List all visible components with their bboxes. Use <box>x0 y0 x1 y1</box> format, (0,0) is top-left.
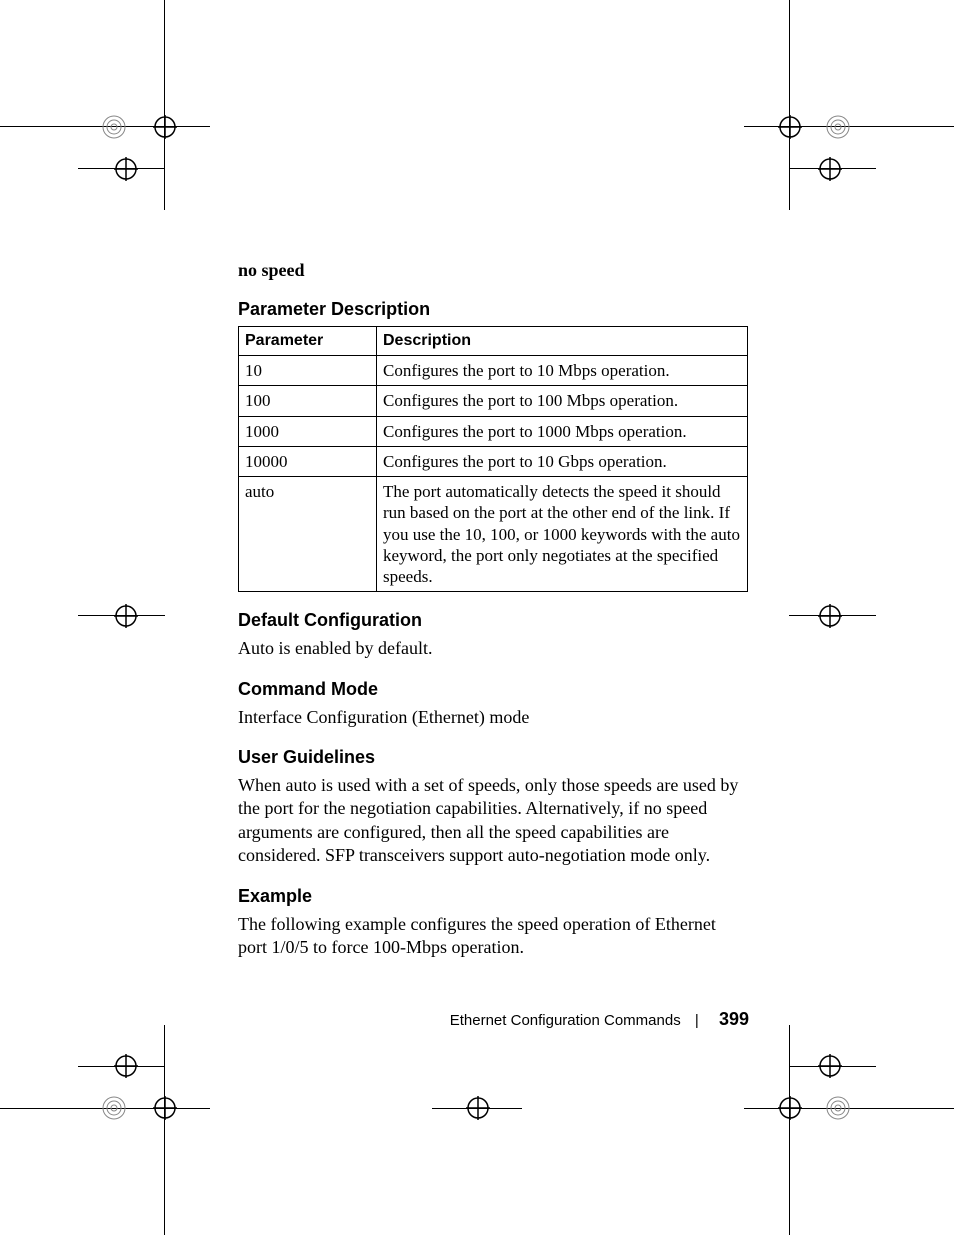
table-row: 10000 Configures the port to 10 Gbps ope… <box>239 446 748 476</box>
cell-param: 10 <box>239 356 377 386</box>
cell-desc: The port automatically detects the speed… <box>377 477 748 592</box>
parameter-table: Parameter Description 10 Configures the … <box>238 326 748 592</box>
th-description: Description <box>377 327 748 356</box>
registration-mark-icon <box>114 157 138 181</box>
text-example: The following example configures the spe… <box>238 913 748 960</box>
text-default-configuration: Auto is enabled by default. <box>238 637 748 660</box>
crop-line <box>789 0 790 210</box>
registration-mark-icon <box>153 115 177 139</box>
table-row: 100 Configures the port to 100 Mbps oper… <box>239 386 748 416</box>
th-parameter: Parameter <box>239 327 377 356</box>
text-command-mode: Interface Configuration (Ethernet) mode <box>238 706 748 729</box>
cell-desc: Configures the port to 1000 Mbps operati… <box>377 416 748 446</box>
registration-mark-icon <box>114 604 138 628</box>
footer-section-title: Ethernet Configuration Commands <box>450 1012 681 1029</box>
crop-line <box>789 1025 790 1235</box>
footer-separator: | <box>695 1012 699 1029</box>
registration-mark-icon <box>818 604 842 628</box>
cell-param: auto <box>239 477 377 592</box>
registration-mark-icon <box>818 1054 842 1078</box>
crop-line <box>164 1025 165 1235</box>
crop-dot-icon <box>101 1095 127 1121</box>
heading-example: Example <box>238 886 748 907</box>
registration-mark-icon <box>778 115 802 139</box>
crop-dot-icon <box>101 114 127 140</box>
table-row: 10 Configures the port to 10 Mbps operat… <box>239 356 748 386</box>
crop-line <box>164 0 165 210</box>
heading-parameter-description: Parameter Description <box>238 299 748 320</box>
cell-param: 10000 <box>239 446 377 476</box>
registration-mark-icon <box>153 1096 177 1120</box>
registration-mark-icon <box>466 1096 490 1120</box>
table-row: auto The port automatically detects the … <box>239 477 748 592</box>
registration-mark-icon <box>778 1096 802 1120</box>
cell-desc: Configures the port to 100 Mbps operatio… <box>377 386 748 416</box>
table-head-row: Parameter Description <box>239 327 748 356</box>
heading-user-guidelines: User Guidelines <box>238 747 748 768</box>
cell-desc: Configures the port to 10 Gbps operation… <box>377 446 748 476</box>
text-user-guidelines: When auto is used with a set of speeds, … <box>238 774 748 868</box>
registration-mark-icon <box>114 1054 138 1078</box>
page: no speed Parameter Description Parameter… <box>0 0 954 1235</box>
footer-page-number: 399 <box>719 1009 749 1029</box>
registration-mark-icon <box>818 157 842 181</box>
syntax-line: no speed <box>238 260 748 281</box>
cell-param: 1000 <box>239 416 377 446</box>
heading-default-configuration: Default Configuration <box>238 610 748 631</box>
page-footer: Ethernet Configuration Commands | 399 <box>450 1009 749 1030</box>
heading-command-mode: Command Mode <box>238 679 748 700</box>
crop-dot-icon <box>825 1095 851 1121</box>
crop-dot-icon <box>825 114 851 140</box>
cell-param: 100 <box>239 386 377 416</box>
table-row: 1000 Configures the port to 1000 Mbps op… <box>239 416 748 446</box>
cell-desc: Configures the port to 10 Mbps operation… <box>377 356 748 386</box>
document-content: no speed Parameter Description Parameter… <box>238 260 748 973</box>
